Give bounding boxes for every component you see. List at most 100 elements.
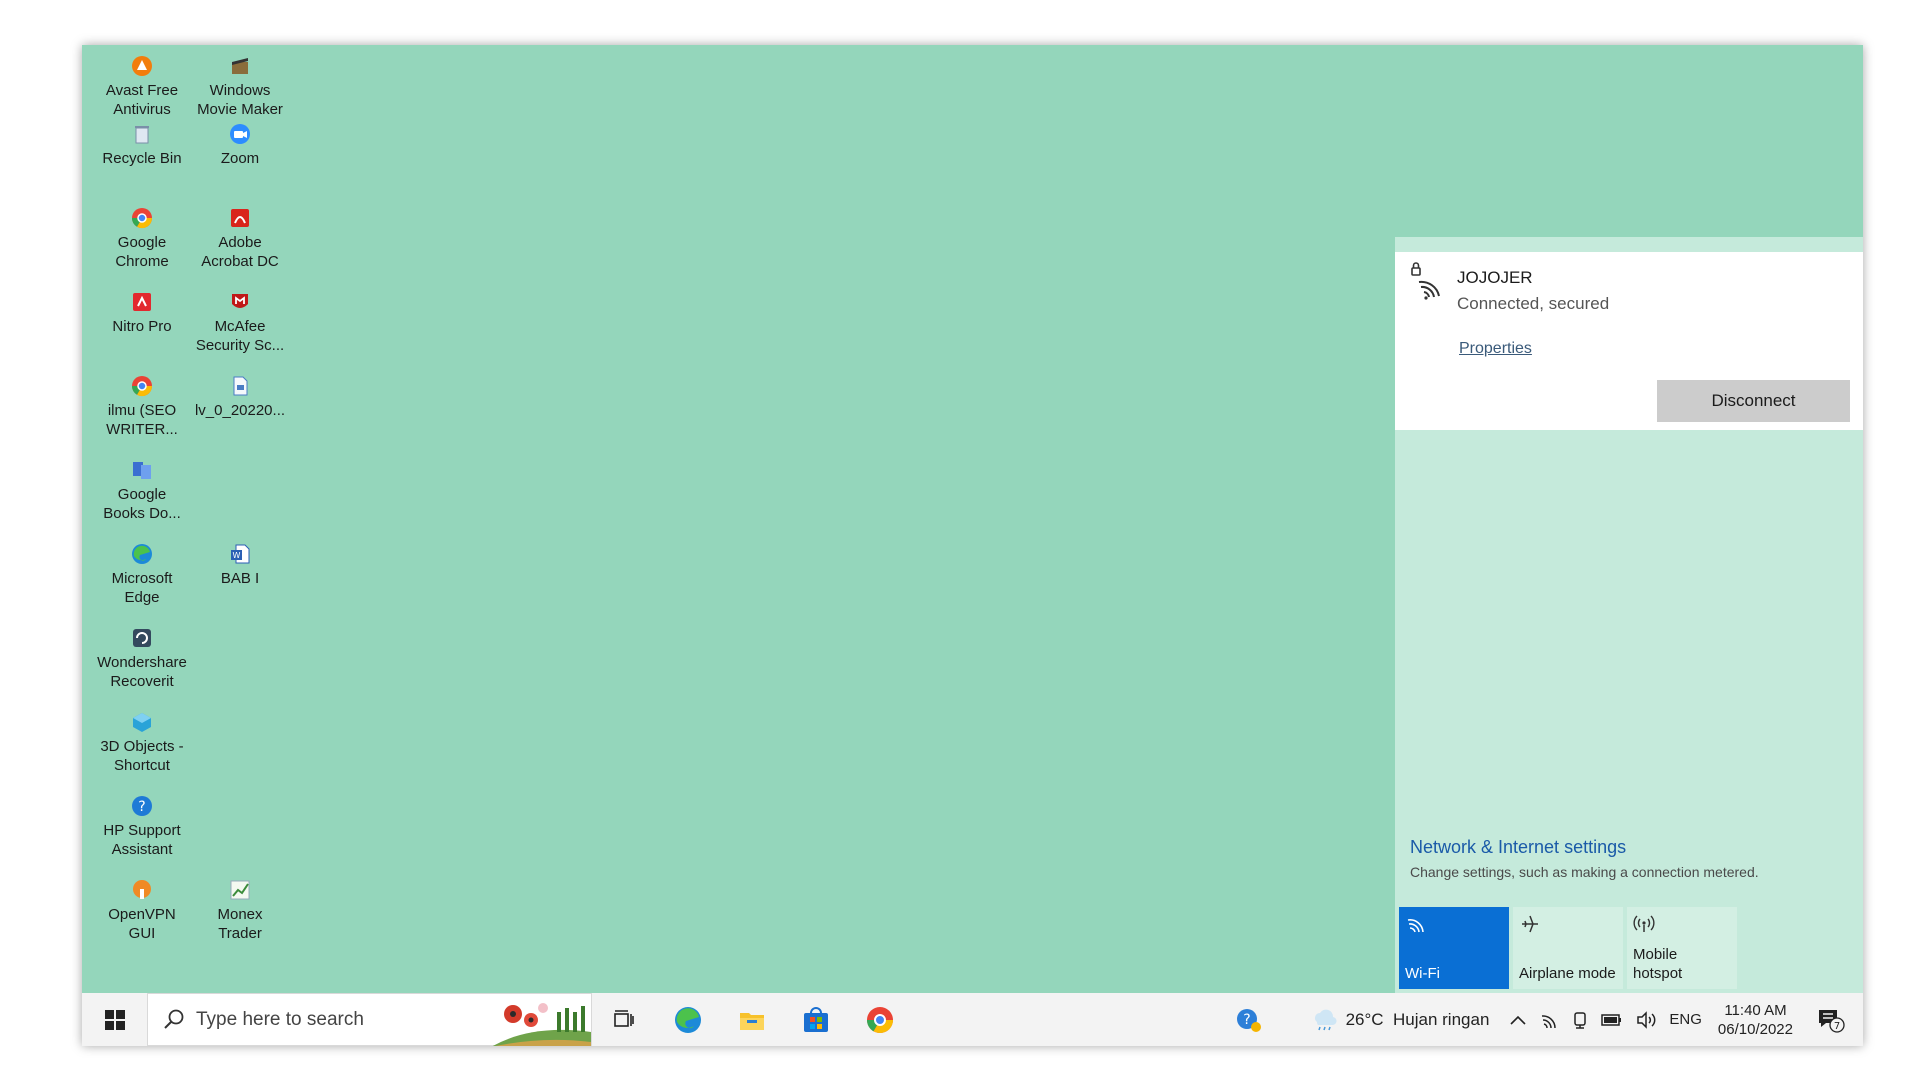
clock[interactable]: 11:40 AM 06/10/2022: [1708, 993, 1803, 1046]
desktop-icon-microsoft-edge[interactable]: Microsoft Edge: [94, 541, 190, 607]
desktop-icon-label: Google Chrome: [115, 234, 169, 270]
windows-logo-icon: [104, 1009, 125, 1030]
edge-icon: [675, 1006, 701, 1033]
word-doc-icon: W: [231, 544, 250, 564]
file-icon: [233, 376, 248, 396]
task-view-button[interactable]: [592, 993, 656, 1046]
chrome-icon: [866, 1006, 894, 1033]
show-hidden-icons-button[interactable]: [1503, 993, 1533, 1046]
desktop-icon-bab-i[interactable]: W BAB I: [192, 541, 288, 588]
desktop-icon-hp-support-assistant[interactable]: ? HP Support Assistant: [94, 793, 190, 859]
desktop-icon-openvpn[interactable]: OpenVPN GUI: [94, 877, 190, 943]
desktop-icon-lv-file[interactable]: lv_0_20220...: [192, 373, 288, 420]
acrobat-icon: [231, 209, 249, 227]
notification-icon: 7: [1819, 1009, 1845, 1033]
desktop-icon-label: McAfee Security Sc...: [195, 318, 285, 354]
tray-volume-button[interactable]: [1629, 993, 1663, 1046]
battery-icon: [1601, 1013, 1622, 1026]
desktop-icon-label: OpenVPN GUI: [108, 906, 176, 942]
clock-time: 11:40 AM: [1724, 1001, 1787, 1019]
desktop-icon-wondershare-recoverit[interactable]: Wondershare Recoverit: [94, 625, 190, 691]
properties-link[interactable]: Properties: [1459, 340, 1532, 358]
notification-center-button[interactable]: 7: [1803, 993, 1863, 1046]
network-settings-link[interactable]: Network & Internet settings: [1410, 837, 1626, 858]
recoverit-icon: [133, 629, 151, 647]
notification-count: 7: [1834, 1021, 1840, 1032]
weather-widget[interactable]: 26°C Hujan ringan: [1304, 993, 1496, 1046]
monex-icon: [230, 880, 250, 900]
desktop-icon-label: ilmu (SEO WRITER...: [106, 402, 178, 438]
quick-action-wifi[interactable]: Wi-Fi: [1399, 907, 1509, 989]
rain-cloud-icon: [1314, 1009, 1337, 1030]
taskbar-app-microsoft-store[interactable]: [784, 993, 848, 1046]
flyout-top-strip: [1395, 237, 1863, 252]
mcafee-icon: [232, 294, 248, 308]
connected-network-card[interactable]: JOJOJER Connected, secured Properties Di…: [1395, 252, 1863, 430]
quick-action-airplane-mode[interactable]: Airplane mode: [1513, 907, 1623, 989]
quick-action-label: Mobile hotspot: [1633, 946, 1683, 982]
svg-text:?: ?: [138, 799, 145, 815]
hotspot-icon: [1633, 915, 1655, 932]
disconnect-button[interactable]: Disconnect: [1657, 380, 1850, 422]
desktop-icon-adobe-acrobat[interactable]: Adobe Acrobat DC: [192, 205, 288, 271]
network-name: JOJOJER: [1457, 268, 1533, 287]
hp-support-icon: ?: [132, 796, 152, 816]
desktop-icon-label: HP Support Assistant: [103, 822, 181, 858]
quick-action-label: Airplane mode: [1519, 965, 1616, 982]
edge-icon: [132, 544, 152, 564]
wifi-icon: [1407, 919, 1424, 933]
network-settings-description: Change settings, such as making a connec…: [1410, 864, 1759, 880]
taskbar-app-file-explorer[interactable]: [720, 993, 784, 1046]
airplane-icon: [1522, 915, 1538, 933]
desktop-icon-recycle-bin[interactable]: Recycle Bin: [94, 121, 190, 168]
taskbar-search-box[interactable]: Type here to search: [147, 993, 592, 1046]
quick-action-label: Wi-Fi: [1405, 965, 1440, 982]
desktop-icon-windows-movie-maker[interactable]: Windows Movie Maker: [192, 53, 288, 119]
avast-icon: [132, 56, 152, 76]
desktop-icon-avast[interactable]: Avast Free Antivirus: [94, 53, 190, 119]
desktop-icon-label: Windows Movie Maker: [197, 82, 283, 118]
desktop-icon-mcafee[interactable]: McAfee Security Sc...: [192, 289, 288, 355]
books-downloader-icon: [133, 462, 151, 479]
desktop-icon-label: Monex Trader: [217, 906, 263, 942]
movie-maker-icon: [232, 58, 248, 74]
help-icon: ?: [1236, 1008, 1261, 1032]
weather-text: 26°C Hujan ringan: [1345, 1009, 1490, 1029]
taskbar: Type here to search ? 26°C Hujan ringan …: [82, 993, 1863, 1046]
chrome-icon: [131, 208, 153, 229]
desktop-icon-monex-trader[interactable]: Monex Trader: [192, 877, 288, 943]
quick-action-mobile-hotspot[interactable]: Mobile hotspot: [1627, 907, 1737, 989]
search-placeholder: Type here to search: [196, 1008, 364, 1030]
desktop-icon-3d-objects[interactable]: 3D Objects - Shortcut: [94, 709, 190, 775]
desktop-icon-google-chrome[interactable]: Google Chrome: [94, 205, 190, 271]
secured-wifi-icon: [1411, 262, 1440, 300]
zoom-icon: [230, 124, 250, 144]
tray-network-button[interactable]: [1533, 993, 1565, 1046]
tray-meet-now-button[interactable]: [1565, 993, 1595, 1046]
desktop-icon-nitro-pro[interactable]: Nitro Pro: [94, 289, 190, 336]
tray-battery-button[interactable]: [1595, 993, 1629, 1046]
desktop-icon-label: BAB I: [220, 570, 260, 587]
desktop-icon-google-books-downloader[interactable]: Google Books Do...: [94, 457, 190, 523]
store-icon: [804, 1006, 828, 1032]
desktop-icon-label: Adobe Acrobat DC: [201, 234, 279, 270]
wifi-icon: [1542, 1014, 1557, 1028]
device-icon: [1574, 1011, 1587, 1029]
clock-date: 06/10/2022: [1717, 1020, 1793, 1038]
desktop-icon-label: lv_0_20220...: [194, 402, 286, 419]
task-view-icon: [614, 1009, 634, 1027]
taskbar-app-chrome[interactable]: [848, 993, 912, 1046]
tray-help-button[interactable]: ?: [1228, 993, 1270, 1046]
speaker-icon: [1637, 1010, 1656, 1029]
svg-text:W: W: [233, 551, 241, 560]
nitro-icon: [133, 293, 151, 311]
desktop-icon-label: Avast Free Antivirus: [105, 82, 179, 118]
search-highlight-art: [492, 1003, 591, 1046]
desktop-icon-ilmu[interactable]: ilmu (SEO WRITER...: [94, 373, 190, 439]
desktop-icon-zoom[interactable]: Zoom: [192, 121, 288, 168]
desktop-icon-label: Wondershare Recoverit: [97, 654, 187, 690]
desktop-icon-label: Recycle Bin: [102, 150, 182, 167]
start-button[interactable]: [82, 993, 147, 1046]
language-indicator[interactable]: ENG: [1663, 993, 1708, 1046]
taskbar-app-edge[interactable]: [656, 993, 720, 1046]
